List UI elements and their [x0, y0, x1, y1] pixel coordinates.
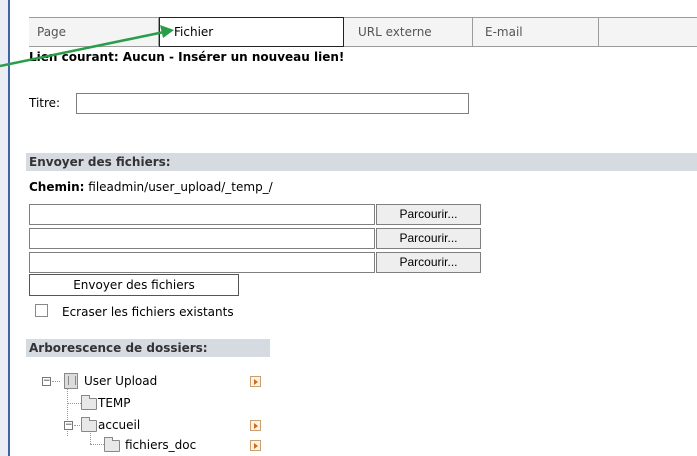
upload-section-header: Envoyer des fichiers:: [26, 153, 697, 171]
tab-fichier-label: Fichier: [174, 25, 214, 39]
file-input-3[interactable]: [29, 252, 375, 273]
tree-item-fichiers-doc[interactable]: fichiers_doc: [87, 436, 287, 454]
tab-email[interactable]: E-mail: [473, 18, 599, 46]
title-label: Titre:: [29, 96, 61, 110]
window-left-border: [0, 0, 10, 456]
folder-icon: [104, 437, 120, 452]
file-input-1[interactable]: [29, 204, 375, 225]
upload-path-value: fileadmin/user_upload/_temp_/: [88, 180, 273, 194]
tab-fichier[interactable]: Fichier: [159, 17, 344, 47]
tab-url-externe[interactable]: URL externe: [344, 18, 473, 46]
folder-tree-section-header: Arborescence de dossiers:: [26, 339, 270, 357]
server-icon: [64, 373, 78, 389]
tree-item-label[interactable]: accueil: [98, 416, 140, 434]
tree-item-label[interactable]: TEMP: [98, 394, 131, 412]
upload-path-label: Chemin:: [29, 180, 85, 194]
folder-icon: [81, 395, 97, 410]
tab-url-externe-label: URL externe: [358, 25, 432, 39]
tree-item-label[interactable]: User Upload: [84, 372, 157, 390]
upload-files-button[interactable]: Envoyer des fichiers: [29, 274, 239, 296]
overwrite-label: Ecraser les fichiers existants: [62, 305, 234, 319]
insert-arrow-icon[interactable]: [250, 420, 261, 431]
tree-item-accueil[interactable]: − accueil: [64, 416, 284, 434]
browse-button-1[interactable]: Parcourir...: [376, 204, 481, 225]
insert-arrow-icon[interactable]: [250, 440, 261, 451]
folder-icon: [81, 417, 97, 432]
upload-path: Chemin: fileadmin/user_upload/_temp_/: [29, 180, 273, 194]
collapse-icon[interactable]: −: [64, 421, 73, 430]
title-input[interactable]: [76, 93, 469, 114]
browse-button-3[interactable]: Parcourir...: [376, 252, 481, 273]
tab-page[interactable]: Page: [29, 18, 159, 46]
tab-page-label: Page: [37, 25, 67, 39]
tree-item-user-upload[interactable]: − User Upload: [42, 372, 282, 390]
overwrite-checkbox[interactable]: [35, 304, 48, 317]
file-input-2[interactable]: [29, 228, 375, 249]
insert-arrow-icon[interactable]: [250, 376, 261, 387]
current-link-notice: Lien courant: Aucun - Insérer un nouveau…: [29, 50, 345, 64]
tree-item-temp[interactable]: TEMP: [64, 394, 264, 412]
tree-item-label[interactable]: fichiers_doc: [125, 436, 196, 454]
collapse-icon[interactable]: −: [42, 377, 51, 386]
browse-button-2[interactable]: Parcourir...: [376, 228, 481, 249]
tab-email-label: E-mail: [485, 25, 523, 39]
link-type-tabs: Page Fichier URL externe E-mail: [29, 17, 697, 47]
